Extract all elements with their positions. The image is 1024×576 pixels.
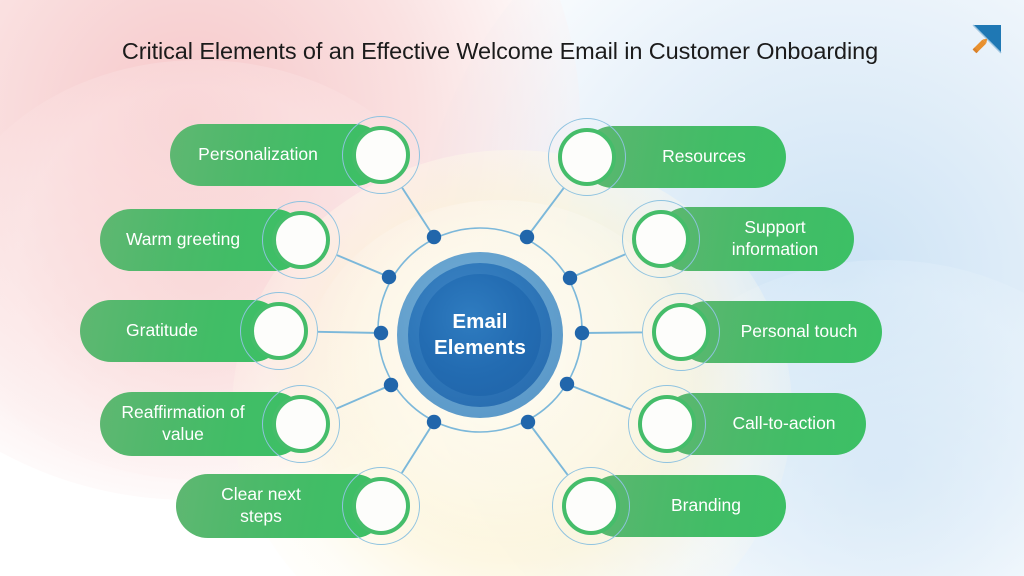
- element-pill[interactable]: Personalization: [170, 116, 420, 194]
- connector-line: [581, 331, 643, 334]
- pill-knob-icon[interactable]: [558, 128, 616, 186]
- center-hub: Email Elements: [397, 252, 563, 418]
- pill-knob-icon[interactable]: [272, 211, 330, 269]
- connector-node-dot: [373, 325, 389, 341]
- pill-knob-icon[interactable]: [352, 477, 410, 535]
- connector-line: [336, 384, 392, 410]
- connector-node-dot: [562, 270, 578, 286]
- connector-line: [401, 187, 435, 238]
- pill-knob-icon[interactable]: [352, 126, 410, 184]
- connector-line: [317, 330, 382, 334]
- connector-line: [569, 253, 626, 279]
- brand-logo: [966, 18, 1006, 58]
- element-pill[interactable]: Personal touch: [642, 293, 882, 371]
- connector-line: [527, 421, 569, 476]
- connector-line: [566, 383, 632, 411]
- hub-ring-inner: Email Elements: [419, 274, 541, 396]
- connector-node-dot: [426, 229, 442, 245]
- element-pill[interactable]: Call-to-action: [628, 385, 866, 463]
- element-pill[interactable]: Support information: [622, 200, 854, 278]
- element-pill[interactable]: Reaffirmation of value: [100, 385, 340, 463]
- connector-line: [401, 421, 435, 474]
- element-pill[interactable]: Clear next steps: [176, 467, 420, 545]
- element-pill[interactable]: Branding: [552, 467, 786, 545]
- connector-line: [526, 187, 565, 238]
- pill-knob-icon[interactable]: [652, 303, 710, 361]
- page-title: Critical Elements of an Effective Welcom…: [121, 38, 879, 64]
- pill-knob-icon[interactable]: [250, 302, 308, 360]
- pill-knob-icon[interactable]: [638, 395, 696, 453]
- orange-pencil-icon: [972, 38, 988, 54]
- pill-knob-icon[interactable]: [562, 477, 620, 535]
- hub-label: Email Elements: [434, 310, 526, 359]
- pill-knob-icon[interactable]: [632, 210, 690, 268]
- element-pill[interactable]: Warm greeting: [100, 201, 340, 279]
- connector-line: [336, 254, 390, 278]
- connector-node-dot: [574, 325, 590, 341]
- element-pill[interactable]: Resources: [548, 118, 786, 196]
- element-pill[interactable]: Gratitude: [80, 292, 318, 370]
- connector-node-dot: [381, 269, 397, 285]
- connector-node-dot: [519, 229, 535, 245]
- pill-knob-icon[interactable]: [272, 395, 330, 453]
